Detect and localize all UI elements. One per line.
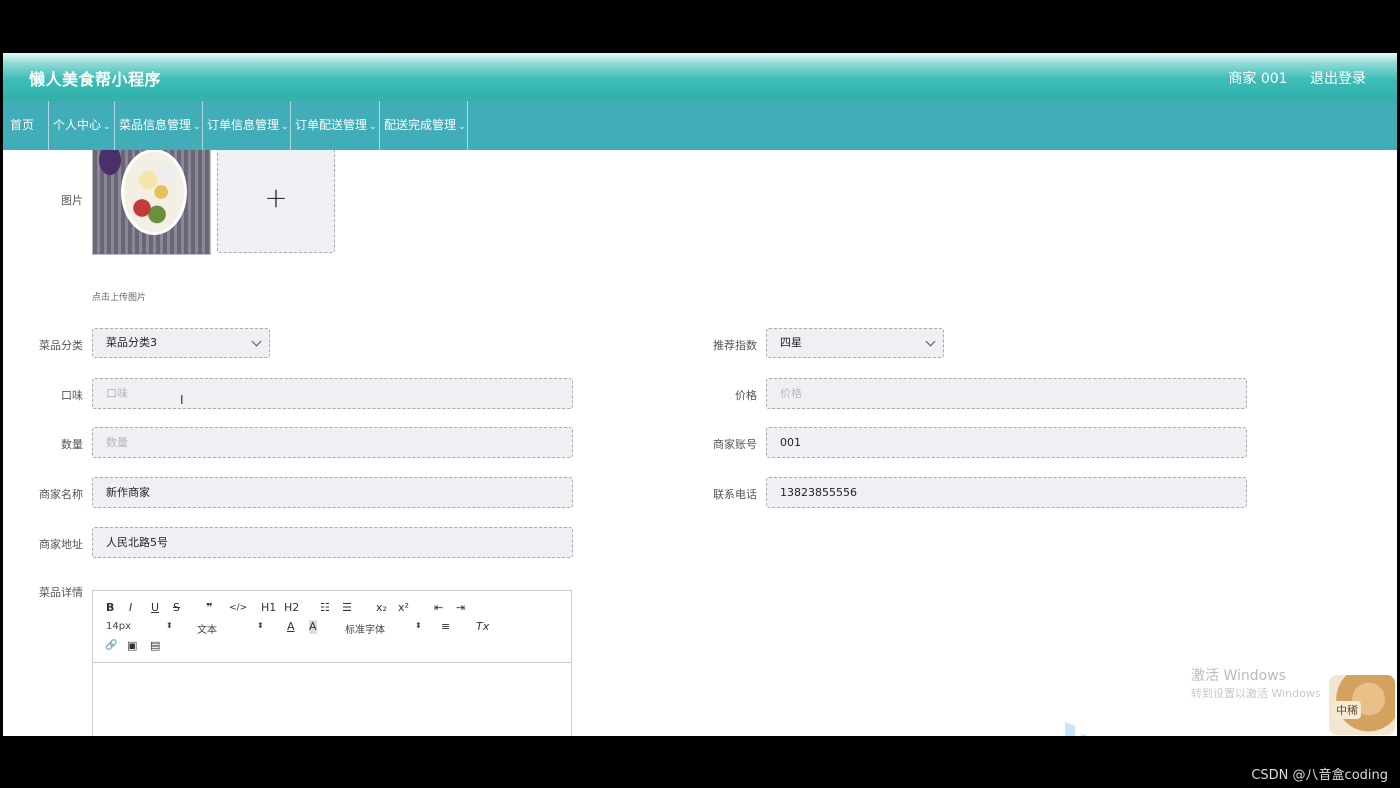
recommend-select-value: 四星 [780,336,802,349]
upload-hint: 点击上传图片 [92,293,147,303]
merchant-account-label: 商家账号 [713,438,757,451]
font-family-select[interactable]: 标准字体 ⬍ [345,621,422,636]
bullet-list-icon[interactable]: ☰ [342,601,352,615]
chevron-down-icon: ⌄ [103,122,111,132]
category-select-value: 菜品分类3 [106,336,157,349]
price-label: 价格 [735,389,757,402]
rich-text-editor: B I U S ❞ </> H1 H2 ☷ ☰ x₂ x² ⇤ ⇥ 14px ⬍ … [92,590,572,736]
main-nav: 首页 个人中心 ⌄ 菜品信息管理 ⌄ 订单信息管理 ⌄ 订单配送管理 ⌄ 配送完成管理 ⌄ [3,101,1397,150]
quantity-label: 数量 [61,438,83,451]
quote-button[interactable]: ❞ [206,601,212,615]
nav-delivery-management[interactable]: 订单配送管理 ⌄ [291,101,380,150]
code-button[interactable]: </> [229,601,247,615]
italic-button[interactable]: I [129,601,132,615]
clear-format-icon[interactable]: Tx [476,620,489,634]
nav-delivery-management-label: 订单配送管理 [295,118,368,132]
chevron-down-icon: ⌄ [458,122,466,132]
font-color-button[interactable]: A [287,620,295,634]
nav-home[interactable]: 首页 [3,101,49,150]
nav-dish-management[interactable]: 菜品信息管理 ⌄ [115,101,203,150]
strike-button[interactable]: S [173,601,180,615]
current-user: 商家 001 [1228,71,1288,87]
nav-home-label: 首页 [10,118,35,132]
image-detail [121,150,187,235]
chevron-down-icon [925,336,936,347]
h2-button[interactable]: H2 [284,601,299,615]
app-window: 懒人美食帮小程序 商家 001 退出登录 首页 个人中心 ⌄ 菜品信息管理 ⌄ 订单… [3,53,1397,736]
chevron-down-icon [251,336,262,347]
indent-icon[interactable]: ⇥ [456,601,465,615]
logout-link[interactable]: 退出登录 [1310,71,1366,87]
updown-icon: ⬍ [415,621,422,630]
phone-label: 联系电话 [713,488,757,501]
upload-image-button[interactable]: + [217,150,335,253]
address-input[interactable]: 人民北路5号 [92,527,573,558]
updown-icon: ⬍ [257,621,264,630]
font-family-value: 标准字体 [345,625,385,636]
quantity-input[interactable]: 数量 [92,427,573,458]
plus-icon: + [264,181,288,214]
image-detail [99,150,121,175]
h1-button[interactable]: H1 [261,601,276,615]
block-type-select[interactable]: 文本 ⬍ [197,621,264,636]
phone-input[interactable]: 13823855556 [766,477,1247,508]
top-header: 懒人美食帮小程序 商家 001 退出登录 [3,53,1397,101]
bing-logo-icon [1065,722,1088,736]
editor-body[interactable] [93,663,571,736]
recommend-label: 推荐指数 [713,339,757,352]
subscript-button[interactable]: x₂ [376,601,387,615]
outdent-icon[interactable]: ⇤ [434,601,443,615]
block-type-value: 文本 [197,625,217,636]
updown-icon: ⬍ [166,621,173,630]
app-title: 懒人美食帮小程序 [29,70,162,89]
video-icon[interactable]: ▤ [150,639,160,653]
detail-label: 菜品详情 [39,586,83,599]
nav-delivered-management[interactable]: 配送完成管理 ⌄ [380,101,468,150]
merchant-name-input[interactable]: 新作商家 [92,477,573,508]
text-cursor-icon: I [180,393,184,407]
header-user-area: 商家 001 退出登录 [1210,68,1366,88]
ordered-list-icon[interactable]: ☷ [320,601,330,615]
editor-toolbar: B I U S ❞ </> H1 H2 ☷ ☰ x₂ x² ⇤ ⇥ 14px ⬍ … [93,591,571,663]
category-select[interactable]: 菜品分类3 [92,328,270,358]
price-input[interactable]: 价格 [766,378,1247,409]
chevron-down-icon: ⌄ [193,122,201,132]
nav-dish-management-label: 菜品信息管理 [119,118,192,132]
mascot-dog-image: 中稀 [1329,675,1395,735]
chevron-down-icon: ⌄ [369,122,377,132]
activate-windows-title: 激活 Windows [1191,668,1286,684]
bg-color-button[interactable]: A [309,620,317,634]
nav-delivered-management-label: 配送完成管理 [384,118,457,132]
uploaded-dish-image[interactable] [92,150,211,255]
underline-button[interactable]: U [151,601,159,615]
merchant-account-input[interactable]: 001 [766,427,1247,458]
chevron-down-icon: ⌄ [281,122,289,132]
taste-input[interactable]: 口味 [92,378,573,409]
image-label: 图片 [61,194,83,207]
category-label: 菜品分类 [39,339,83,352]
nav-personal-center-label: 个人中心 [53,118,102,132]
bold-button[interactable]: B [106,601,114,615]
font-size-value: 14px [106,621,131,632]
link-icon[interactable]: 🔗 [105,639,117,653]
mascot-label: 中稀 [1333,701,1361,719]
nav-personal-center[interactable]: 个人中心 ⌄ [49,101,115,150]
merchant-name-label: 商家名称 [39,488,83,501]
form-content: 图片 + 点击上传图片 菜品分类 菜品分类3 推荐指数 四星 口味 口味 I 价… [3,150,1397,736]
taste-label: 口味 [61,389,83,402]
activate-windows-subtitle: 转到设置以激活 Windows [1191,687,1321,700]
align-icon[interactable]: ≡ [441,620,450,634]
image-icon[interactable]: ▣ [127,639,137,653]
nav-order-management-label: 订单信息管理 [207,118,280,132]
font-size-select[interactable]: 14px ⬍ [106,621,173,632]
address-label: 商家地址 [39,538,83,551]
recommend-select[interactable]: 四星 [766,328,944,358]
superscript-button[interactable]: x² [398,601,409,615]
nav-order-management[interactable]: 订单信息管理 ⌄ [203,101,291,150]
csdn-credit: CSDN @八音盒coding [1251,768,1388,783]
